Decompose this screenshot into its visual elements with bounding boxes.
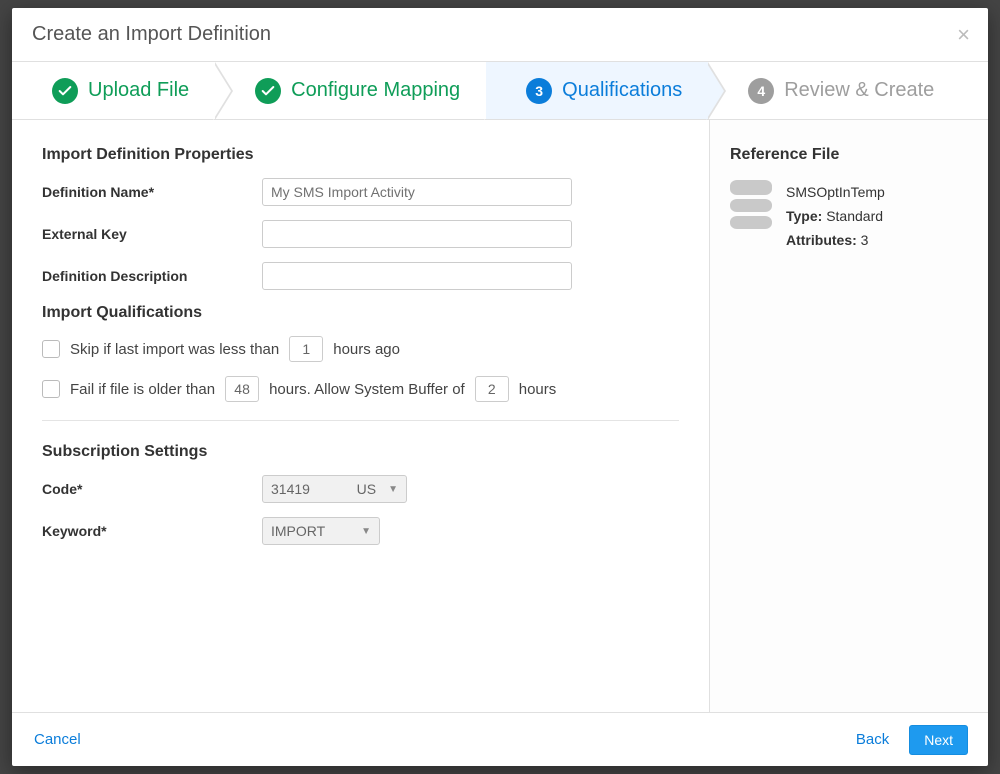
input-definition-description[interactable] [262,262,572,290]
input-fail-buffer[interactable] [475,376,509,402]
step-label: Configure Mapping [291,79,460,102]
section-heading-subscription: Subscription Settings [42,443,679,461]
row-keyword: Keyword* IMPORT ▼ [42,517,679,545]
wizard-steps: Upload File Configure Mapping 3 Qualific… [12,62,988,120]
chevron-down-icon: ▼ [361,526,371,537]
step-review-create[interactable]: 4 Review & Create [708,62,960,119]
side-column: Reference File SMSOptInTemp Type: Standa… [710,120,988,712]
database-icon [730,180,772,252]
text-fail-prefix: Fail if file is older than [70,381,215,398]
close-icon[interactable]: × [957,22,970,48]
row-external-key: External Key [42,220,679,248]
step-label: Upload File [88,79,189,102]
cancel-button[interactable]: Cancel [32,727,83,752]
text-fail-suffix: hours [519,381,557,398]
reference-type-value: Standard [826,208,883,224]
checkbox-skip-import[interactable] [42,340,60,358]
input-external-key[interactable] [262,220,572,248]
step-label: Qualifications [562,79,682,102]
label-external-key: External Key [42,226,262,242]
row-skip-import: Skip if last import was less than hours … [42,336,679,362]
row-code: Code* 31419 US ▼ [42,475,679,503]
step-number-badge: 4 [748,78,774,104]
chevron-down-icon: ▼ [388,484,398,495]
checkbox-fail-import[interactable] [42,380,60,398]
back-button[interactable]: Back [854,727,891,752]
modal-body: Import Definition Properties Definition … [12,120,988,712]
step-number-badge: 3 [526,78,552,104]
select-code[interactable]: 31419 US ▼ [262,475,407,503]
modal-footer: Cancel Back Next [12,712,988,766]
step-label: Review & Create [784,79,934,102]
reference-file: SMSOptInTemp Type: Standard Attributes: … [730,180,968,252]
section-heading-qualifications: Import Qualifications [42,304,679,322]
input-skip-hours[interactable] [289,336,323,362]
row-definition-name: Definition Name* [42,178,679,206]
check-icon [52,78,78,104]
section-heading-properties: Import Definition Properties [42,146,679,164]
input-fail-hours[interactable] [225,376,259,402]
modal-title: Create an Import Definition [32,23,271,46]
step-configure-mapping[interactable]: Configure Mapping [215,62,486,119]
modal: Create an Import Definition × Upload Fil… [12,8,988,766]
divider [42,420,679,421]
text-skip-prefix: Skip if last import was less than [70,341,279,358]
reference-attr-value: 3 [861,232,869,248]
select-keyword[interactable]: IMPORT ▼ [262,517,380,545]
reference-name: SMSOptInTemp [786,180,885,204]
row-definition-description: Definition Description [42,262,679,290]
reference-type-label: Type: [786,208,822,224]
reference-meta: SMSOptInTemp Type: Standard Attributes: … [786,180,885,252]
reference-heading: Reference File [730,146,968,164]
label-keyword: Keyword* [42,523,262,539]
input-definition-name[interactable] [262,178,572,206]
check-icon [255,78,281,104]
next-button[interactable]: Next [909,725,968,755]
select-code-region: US [357,481,376,497]
row-fail-import: Fail if file is older than hours. Allow … [42,376,679,402]
select-keyword-value: IMPORT [271,523,325,539]
label-code: Code* [42,481,262,497]
text-skip-suffix: hours ago [333,341,400,358]
main-column: Import Definition Properties Definition … [12,120,710,712]
label-definition-name: Definition Name* [42,184,262,200]
modal-header: Create an Import Definition × [12,8,988,62]
step-upload-file[interactable]: Upload File [12,62,215,119]
reference-attr-label: Attributes: [786,232,857,248]
step-qualifications[interactable]: 3 Qualifications [486,62,708,119]
select-code-value: 31419 [271,481,310,497]
label-definition-description: Definition Description [42,268,262,284]
text-fail-mid: hours. Allow System Buffer of [269,381,465,398]
